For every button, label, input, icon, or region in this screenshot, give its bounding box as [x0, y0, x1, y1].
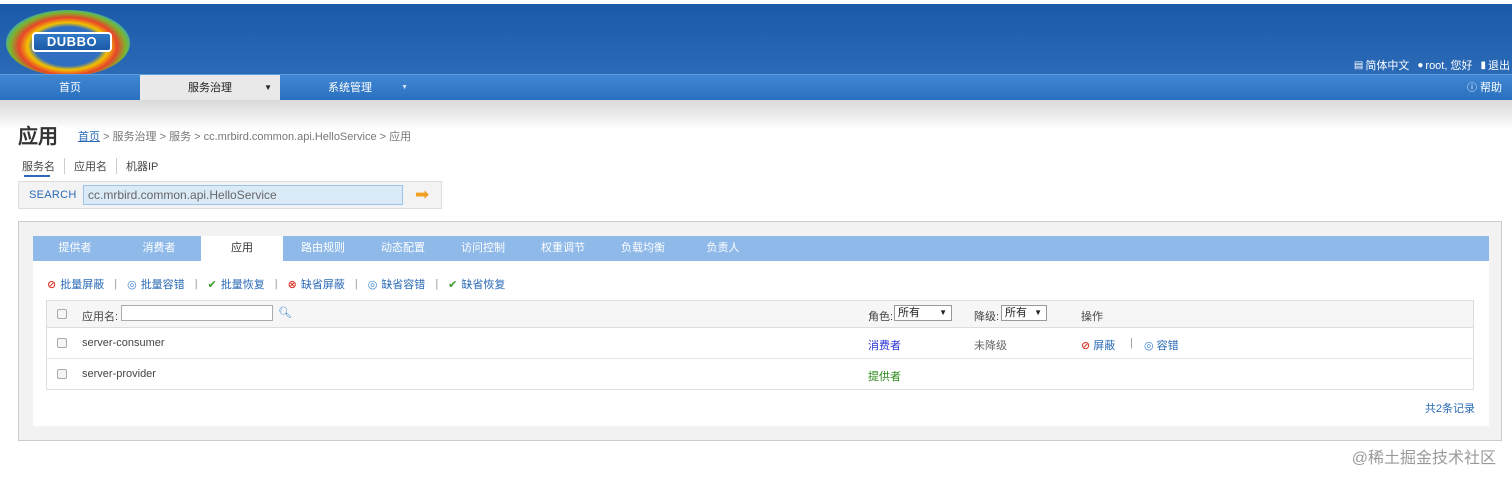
app-filter-input[interactable]	[121, 305, 273, 321]
tab-owners[interactable]: 负责人	[683, 236, 763, 261]
table-header: 应用名: 🔍︎ 角色: 所有 ▼ 降级: 所有 ▼ 操作	[47, 301, 1473, 328]
detail-tabs: 提供者 消费者 应用 路由规则 动态配置 访问控制 权重调节 负载均衡 负责人	[33, 236, 1489, 261]
separator: |	[1130, 337, 1133, 349]
row-checkbox[interactable]	[57, 369, 67, 379]
tab-weight[interactable]: 权重调节	[523, 236, 603, 261]
check-icon: ✔	[207, 278, 217, 291]
panel-inner: 提供者 消费者 应用 路由规则 动态配置 访问控制 权重调节 负载均衡 负责人 …	[33, 236, 1489, 426]
search-tab-service[interactable]: 服务名	[22, 158, 65, 174]
tolerance-icon: ◎	[367, 278, 378, 291]
separator: |	[274, 278, 278, 290]
chevron-down-icon: ▼	[1034, 308, 1042, 317]
batch-tolerance-button[interactable]: ◎ 批量容错	[127, 276, 185, 292]
default-block-button[interactable]: ⊗ 缺省屏蔽	[288, 276, 345, 292]
default-tolerance-button[interactable]: ◎ 缺省容错	[368, 276, 426, 292]
degrade-status: 未降级	[974, 340, 1007, 352]
tolerance-icon: ◎	[127, 278, 137, 291]
tab-load-balance[interactable]: 负载均衡	[603, 236, 683, 261]
logo-text: DUBBO	[32, 32, 112, 52]
tolerance-icon: ◎	[1144, 340, 1154, 352]
applications-table: 应用名: 🔍︎ 角色: 所有 ▼ 降级: 所有 ▼ 操作 server-consum…	[46, 300, 1474, 390]
select-all-checkbox[interactable]	[57, 309, 67, 319]
page-shadow	[0, 100, 1512, 130]
chevron-down-icon: ▼	[939, 308, 947, 317]
user-icon: ●	[1417, 59, 1424, 71]
degrade-filter-select[interactable]: 所有 ▼	[1001, 305, 1047, 321]
header-banner: DUBBO ▤ 简体中文 ● root, 您好 ▮ 退出	[0, 4, 1512, 76]
column-operations: 操作	[1081, 311, 1103, 323]
chevron-down-icon: ▼	[264, 83, 272, 92]
nav-system-management[interactable]: 系统管理 ▼	[280, 75, 420, 101]
tolerance-link[interactable]: ◎ 容错	[1144, 337, 1179, 353]
column-app-name: 应用名:	[82, 311, 119, 323]
role-label: 消费者	[868, 340, 901, 352]
active-search-tab-indicator	[24, 175, 50, 177]
search-label: SEARCH	[29, 189, 77, 201]
tab-providers[interactable]: 提供者	[33, 236, 117, 261]
block-icon: ⊘	[47, 278, 57, 291]
separator: |	[194, 278, 198, 290]
nav-home[interactable]: 首页	[0, 75, 140, 101]
search-input[interactable]: cc.mrbird.common.api.HelloService	[83, 185, 403, 205]
chevron-down-icon: ▼	[401, 84, 408, 91]
language-link[interactable]: ▤ 简体中文	[1354, 57, 1409, 73]
batch-actions: ⊘ 批量屏蔽 | ◎ 批量容错 | ✔ 批量恢复 | ⊗ 缺省屏蔽 | ◎ 缺省容错 | …	[47, 276, 505, 292]
help-icon: ⓘ	[1466, 83, 1477, 94]
separator: |	[435, 278, 439, 290]
breadcrumb-path: > 服务治理 > 服务 > cc.mrbird.common.api.Hello…	[103, 131, 412, 143]
separator: |	[114, 278, 118, 290]
search-tab-application[interactable]: 应用名	[65, 158, 117, 174]
table-row: server-consumer 消费者 未降级 ⊘ 屏蔽 | ◎ 容错	[47, 328, 1473, 359]
arrow-right-icon[interactable]: ➡	[415, 186, 433, 204]
column-role: 角色:	[868, 311, 894, 323]
role-label: 提供者	[868, 371, 901, 383]
user-links: ▤ 简体中文 ● root, 您好 ▮ 退出	[1354, 57, 1510, 73]
document-icon: ▤	[1353, 59, 1364, 71]
tab-applications[interactable]: 应用	[201, 236, 283, 261]
main-nav: 首页 首页 服务治理 ▼ 系统管理 ▼ ⓘ 帮助	[0, 74, 1512, 101]
dubbo-logo[interactable]: DUBBO	[6, 10, 130, 76]
batch-block-button[interactable]: ⊘ 批量屏蔽	[47, 276, 104, 292]
column-degrade: 降级:	[974, 311, 1000, 323]
tab-access-control[interactable]: 访问控制	[443, 236, 523, 261]
watermark: @稀土掘金技术社区	[1351, 450, 1496, 467]
tab-routing-rules[interactable]: 路由规则	[283, 236, 363, 261]
app-name: server-provider	[82, 368, 156, 380]
tab-dynamic-config[interactable]: 动态配置	[363, 236, 443, 261]
logout-link[interactable]: ▮ 退出	[1480, 57, 1510, 73]
block-link[interactable]: ⊘ 屏蔽	[1081, 337, 1115, 353]
page-title: 应用	[18, 126, 58, 148]
row-checkbox[interactable]	[57, 338, 67, 348]
record-count: 共2条记录	[1424, 403, 1475, 415]
content-panel: 提供者 消费者 应用 路由规则 动态配置 访问控制 权重调节 负载均衡 负责人 …	[18, 221, 1502, 441]
search-type-tabs: 服务名 应用名 机器IP	[22, 158, 167, 174]
search-box: SEARCH cc.mrbird.common.api.HelloService…	[18, 181, 442, 209]
default-recover-button[interactable]: ✔ 缺省恢复	[448, 276, 505, 292]
app-name: server-consumer	[82, 337, 165, 349]
breadcrumb: 首页 > 服务治理 > 服务 > cc.mrbird.common.api.He…	[78, 128, 411, 144]
separator: |	[354, 278, 358, 290]
search-icon[interactable]: 🔍︎	[278, 306, 292, 319]
block-icon: ⊗	[287, 278, 297, 291]
role-filter-select[interactable]: 所有 ▼	[894, 305, 952, 321]
help-link[interactable]: ⓘ 帮助	[1467, 75, 1502, 101]
nav-service-governance[interactable]: 首页 服务治理 ▼	[140, 75, 280, 101]
user-greeting: ● root, 您好	[1417, 59, 1473, 73]
table-row: server-provider 提供者	[47, 359, 1473, 390]
tab-consumers[interactable]: 消费者	[117, 236, 201, 261]
block-icon: ⊘	[1081, 340, 1091, 352]
batch-recover-button[interactable]: ✔ 批量恢复	[208, 276, 265, 292]
search-tab-ip[interactable]: 机器IP	[117, 158, 167, 174]
check-icon: ✔	[448, 278, 458, 291]
logout-icon: ▮	[1480, 59, 1486, 71]
breadcrumb-home-link[interactable]: 首页	[78, 131, 100, 143]
